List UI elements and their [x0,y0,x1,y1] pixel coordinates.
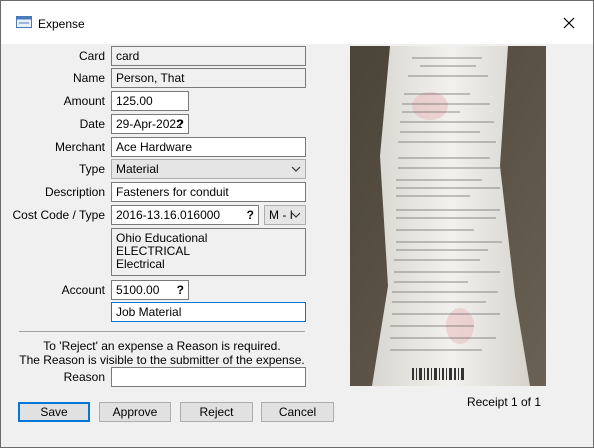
date-input[interactable]: 29-Apr-2022? [111,114,189,134]
costcode-label: Cost Code / Type [12,208,106,222]
account-description-value: Job Material [116,305,182,319]
account-input[interactable]: 5100.00? [111,280,189,300]
description-label: Description [44,185,105,199]
approve-button[interactable]: Approve [99,402,171,422]
name-field: Person, That [111,68,306,88]
costcode-value: 2016-13.16.016000 [116,208,221,222]
date-label: Date [79,117,105,131]
reject-button[interactable]: Reject [180,402,253,422]
costcode-help-button[interactable]: ? [247,206,254,224]
card-value: card [116,49,140,63]
costcode-details: Ohio Educational ELECTRICAL Electrical [111,228,306,276]
title-bar: Expense [0,0,594,44]
close-icon[interactable] [560,14,578,32]
reject-note-line1: To 'Reject' an expense a Reason is requi… [43,339,281,353]
receipt-caption: Receipt 1 of 1 [466,395,542,409]
divider [19,331,305,332]
type-label: Type [78,162,105,176]
merchant-label: Merchant [54,140,105,154]
type-value: Material [116,162,159,176]
type-select[interactable]: Material [111,159,306,179]
costcode-input[interactable]: 2016-13.16.016000? [111,205,259,225]
chevron-down-icon [291,166,301,172]
costtype-value: M - I [269,208,293,222]
costtype-select[interactable]: M - I [264,205,306,225]
amount-value: 125.00 [116,94,153,108]
reason-label: Reason [63,370,105,384]
description-value: Fasteners for conduit [116,185,229,199]
name-label: Name [72,71,105,85]
window-title: Expense [38,17,85,31]
account-label: Account [61,283,105,297]
merchant-input[interactable]: Ace Hardware [111,137,306,157]
save-button[interactable]: Save [18,402,90,422]
account-description[interactable]: Job Material [111,302,306,322]
window-app-icon [16,16,32,28]
description-input[interactable]: Fasteners for conduit [111,182,306,202]
name-value: Person, That [116,71,185,85]
date-value: 29-Apr-2022 [116,117,183,131]
chevron-down-icon [291,212,301,218]
account-value: 5100.00 [116,283,160,297]
card-field: card [111,46,306,66]
costcode-detail-line: Electrical [116,257,165,271]
reason-input[interactable] [111,367,306,387]
reject-note-line2: The Reason is visible to the submitter o… [19,353,305,367]
merchant-value: Ace Hardware [116,140,193,154]
card-label: Card [78,49,105,63]
amount-input[interactable]: 125.00 [111,91,189,111]
receipt-image [350,46,546,386]
cancel-button[interactable]: Cancel [261,402,334,422]
account-help-button[interactable]: ? [177,281,184,299]
amount-label: Amount [63,94,105,108]
date-help-button[interactable]: ? [177,115,184,133]
